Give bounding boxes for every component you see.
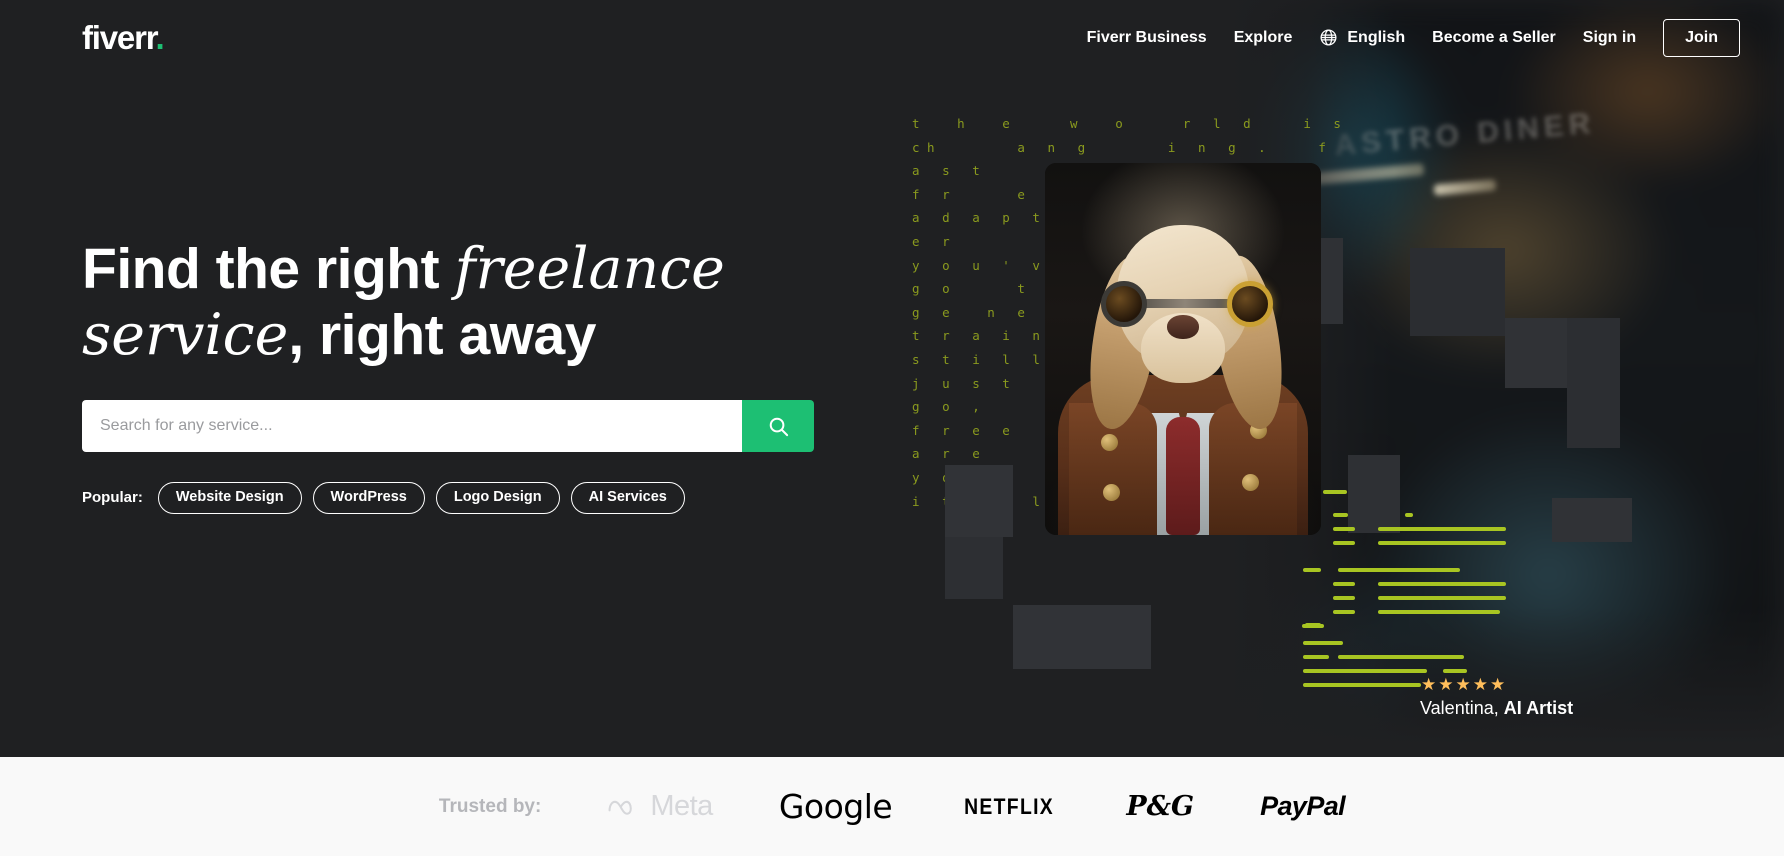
accent-line-1 bbox=[1323, 490, 1347, 494]
headline-italic-freelance: freelance bbox=[454, 236, 725, 302]
headline-part-2: , right away bbox=[288, 303, 596, 368]
accent-line-15 bbox=[1378, 610, 1500, 614]
search-bar bbox=[82, 400, 814, 452]
accent-line-8 bbox=[1303, 568, 1321, 572]
artist-name: Valentina, bbox=[1420, 698, 1499, 718]
accent-line-18 bbox=[1338, 655, 1464, 659]
artist-role: AI Artist bbox=[1503, 698, 1574, 718]
ai-dog-portrait bbox=[1045, 163, 1321, 535]
trusted-by-label: Trusted by: bbox=[438, 795, 542, 817]
page-title: Find the right freelance service, right a… bbox=[82, 236, 782, 368]
collage-square-6 bbox=[945, 537, 1003, 599]
accent-line-20 bbox=[1303, 669, 1427, 673]
accent-line-5 bbox=[1378, 527, 1506, 531]
nav-item-fiverr-business[interactable]: Fiverr Business bbox=[1087, 29, 1207, 47]
accent-line-17 bbox=[1303, 641, 1343, 645]
headline-part-1: Find the right bbox=[82, 237, 455, 301]
accent-line-10 bbox=[1333, 582, 1355, 586]
accent-line-11 bbox=[1378, 582, 1506, 586]
nav-item-become-a-seller[interactable]: Become a Seller bbox=[1432, 29, 1556, 47]
collage-square-9 bbox=[1552, 498, 1632, 542]
fiverr-homepage: ASTRO DINER t h e w o r l d i s c h a n … bbox=[0, 0, 1784, 856]
collage-square-8 bbox=[1348, 455, 1400, 533]
rating-stars: ★★★★★ bbox=[1421, 675, 1508, 694]
trusted-by-inner: Trusted by: Meta Google NETFLIX P&G PayP… bbox=[438, 787, 1346, 826]
join-button[interactable]: Join bbox=[1663, 18, 1740, 57]
accent-line-4 bbox=[1333, 527, 1355, 531]
collage-square-7 bbox=[1013, 605, 1151, 669]
coat-button-2 bbox=[1103, 484, 1120, 501]
top-navigation: fiverr. Fiverr Business Explore English … bbox=[0, 0, 1784, 75]
collage-square-4 bbox=[1567, 318, 1620, 448]
brand-google: Google bbox=[778, 787, 893, 826]
coat-button-4 bbox=[1242, 474, 1259, 491]
popular-label: Popular: bbox=[82, 489, 143, 507]
trusted-by-bar: Trusted by: Meta Google NETFLIX P&G PayP… bbox=[0, 757, 1784, 856]
brand-pg: P&G bbox=[1126, 791, 1195, 822]
accent-line-22 bbox=[1303, 683, 1421, 687]
artist-credit: Valentina, AI Artist bbox=[1420, 698, 1573, 719]
accent-line-13 bbox=[1378, 596, 1506, 600]
popular-tags: Popular: Website Design WordPress Logo D… bbox=[82, 482, 685, 514]
search-icon bbox=[769, 417, 788, 436]
dog-necktie bbox=[1166, 417, 1200, 535]
accent-line-9 bbox=[1338, 568, 1460, 572]
dog-nose bbox=[1167, 315, 1199, 339]
search-input[interactable] bbox=[82, 400, 742, 452]
headline-italic-service: service bbox=[82, 302, 289, 369]
hero-section: ASTRO DINER t h e w o r l d i s c h a n … bbox=[0, 0, 1784, 757]
collage-square-5 bbox=[945, 465, 1013, 537]
coat-button-1 bbox=[1101, 434, 1118, 451]
search-button[interactable] bbox=[742, 400, 814, 452]
brand-meta-label: Meta bbox=[650, 790, 713, 822]
accent-line-2 bbox=[1333, 513, 1348, 517]
meta-infinity-icon bbox=[608, 800, 633, 815]
brand-meta: Meta bbox=[607, 790, 713, 823]
tag-ai-services[interactable]: AI Services bbox=[570, 482, 685, 514]
accent-line-14 bbox=[1333, 610, 1355, 614]
globe-icon bbox=[1320, 29, 1337, 46]
brand-paypal: PayPal bbox=[1260, 791, 1346, 821]
goggle-lens-right bbox=[1227, 281, 1273, 327]
language-label: English bbox=[1347, 28, 1406, 46]
tag-wordpress[interactable]: WordPress bbox=[312, 482, 425, 514]
fiverr-logo[interactable]: fiverr. bbox=[82, 18, 165, 57]
goggle-strap bbox=[1137, 299, 1233, 308]
accent-line-6 bbox=[1333, 541, 1355, 545]
goggle-lens-left bbox=[1101, 281, 1147, 327]
tag-website-design[interactable]: Website Design bbox=[157, 482, 302, 514]
accent-line-19 bbox=[1303, 655, 1329, 659]
accent-line-23 bbox=[1305, 623, 1321, 627]
accent-line-7 bbox=[1378, 541, 1506, 545]
brand-netflix: NETFLIX bbox=[964, 793, 1055, 819]
language-selector[interactable]: English bbox=[1319, 28, 1405, 47]
accent-line-12 bbox=[1333, 596, 1355, 600]
collage-square-2 bbox=[1410, 248, 1505, 336]
nav-right-group: Fiverr Business Explore English Become a… bbox=[1087, 18, 1740, 57]
nav-item-explore[interactable]: Explore bbox=[1234, 29, 1293, 47]
sign-in-link[interactable]: Sign in bbox=[1583, 29, 1636, 47]
tag-logo-design[interactable]: Logo Design bbox=[435, 482, 560, 514]
logo-dot: . bbox=[155, 18, 165, 56]
accent-line-3 bbox=[1405, 513, 1413, 517]
logo-text: fiverr bbox=[82, 18, 157, 56]
accent-line-21 bbox=[1443, 669, 1467, 673]
